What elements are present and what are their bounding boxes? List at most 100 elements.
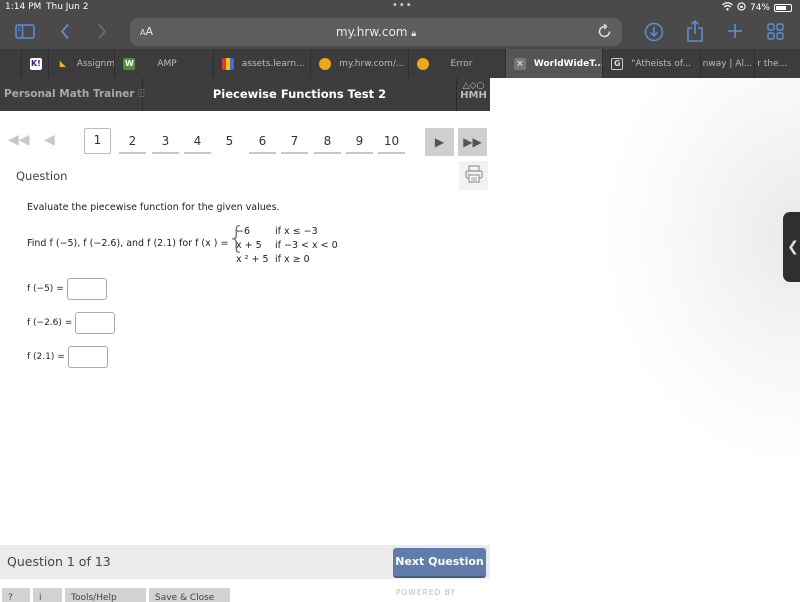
tab-label: AMP [157, 58, 177, 69]
status-indicators: 74% [722, 2, 792, 14]
page-1[interactable]: 1 [84, 128, 111, 154]
battery-icon [774, 4, 792, 12]
page-9[interactable]: 9 [346, 128, 373, 154]
piece-row: x ² + 5 if x ≥ 0 [236, 254, 310, 265]
question-pager: ◀◀ ◀ 1 2 3 4 5 6 7 8 9 10 ▶ ▶▶ [0, 128, 490, 158]
answer-label: f (2.1) = [27, 352, 65, 362]
hmh-logo-text: HMH [460, 90, 487, 101]
w-favicon-icon: W [123, 57, 136, 70]
play-icon: ▶ [434, 135, 445, 149]
prev-page-icon[interactable]: ◀ [44, 132, 55, 148]
answer-row-f-2-1: f (2.1) = [27, 346, 108, 368]
tab-blank[interactable] [0, 49, 22, 78]
personal-math-trainer-link[interactable]: Personal Math Trainer ⍐ [0, 78, 145, 111]
reload-icon[interactable] [598, 23, 612, 43]
question-counter: Question 1 of 13 [7, 554, 111, 569]
question-footer: Question 1 of 13 Next Question [0, 545, 490, 579]
orientation-lock-icon [737, 2, 746, 14]
app-header: Personal Math Trainer ⍐ Piecewise Functi… [0, 78, 490, 111]
browser-tab-bar: K! ◣ Assignme W AMP assets.learn... my.h… [0, 49, 800, 78]
last-page-button[interactable]: ▶▶ [458, 128, 487, 156]
tab-label: WorldWideT... [533, 58, 604, 69]
tab-label: Error [450, 58, 473, 69]
empty-right-area [490, 78, 800, 600]
new-tab-icon[interactable] [727, 23, 743, 39]
piece-expression: x + 5 [236, 240, 262, 251]
hrw-favicon-icon [319, 57, 332, 70]
answer-row-f-neg5: f (−5) = [27, 278, 107, 300]
assignments-favicon-icon: ◣ [59, 59, 66, 68]
answer-label: f (−2.6) = [27, 318, 73, 328]
tab-assignments[interactable]: ◣ Assignme [49, 49, 116, 78]
lock-icon: 🔒︎ [411, 29, 417, 39]
hmh-logo: △◇○ HMH [456, 78, 490, 111]
brand-label: Personal Math Trainer [4, 88, 135, 100]
tab-worldwidet[interactable]: × WorldWideT... [505, 49, 604, 78]
chevron-left-icon: ❮ [787, 239, 799, 255]
browser-toolbar: AA my.hrw.com 🔒︎ [0, 16, 800, 49]
tab-assets-learn[interactable]: assets.learn... [214, 49, 312, 78]
question-heading: Question [16, 169, 68, 183]
piece-expression: x ² + 5 [236, 254, 269, 265]
piece-condition: if x ≥ 0 [275, 254, 310, 265]
status-time: 1:14 PM [5, 2, 42, 12]
status-date: Thu Jun 2 [46, 2, 89, 12]
forward-icon[interactable] [97, 23, 107, 40]
next-question-button[interactable]: Next Question [393, 548, 486, 576]
find-instruction: Find f (−5), f (−2.6), and f (2.1) for f… [27, 238, 229, 249]
page-3[interactable]: 3 [152, 128, 179, 154]
tab-my-hrw[interactable]: my.hrw.com/... [311, 49, 409, 78]
answer-label: f (−5) = [27, 284, 64, 294]
answer-input-f-neg2-6[interactable] [75, 312, 116, 334]
page-6[interactable]: 6 [249, 128, 276, 154]
tab-label: assets.learn... [241, 58, 305, 69]
share-icon[interactable] [686, 20, 704, 42]
piece-expression: −6 [236, 226, 251, 237]
wifi-icon [722, 2, 733, 14]
tab-amp[interactable]: W AMP [115, 49, 214, 78]
page-2[interactable]: 2 [119, 128, 146, 154]
battery-percent: 74% [749, 3, 770, 13]
powered-by-label: POWERED BY [396, 588, 457, 597]
download-icon[interactable] [644, 22, 664, 42]
close-tab-icon[interactable]: × [513, 57, 526, 70]
address-bar[interactable]: AA my.hrw.com 🔒︎ [130, 18, 622, 46]
tab-label: nway | Al... [702, 58, 753, 69]
answer-input-f-2-1[interactable] [67, 346, 108, 368]
printer-icon [464, 164, 484, 188]
tab-error[interactable]: Error [409, 49, 506, 78]
tab-other[interactable]: r the... [755, 49, 800, 78]
first-page-icon[interactable]: ◀◀ [8, 132, 30, 148]
url-text[interactable]: my.hrw.com 🔒︎ [130, 25, 622, 39]
page-8[interactable]: 8 [314, 128, 341, 154]
page-10[interactable]: 10 [378, 128, 405, 154]
page-7[interactable]: 7 [281, 128, 308, 154]
tab-atheists[interactable]: G "Atheists of... [603, 49, 701, 78]
tab-label: "Atheists of... [631, 58, 692, 69]
piece-condition: if −3 < x < 0 [275, 240, 338, 251]
page-4[interactable]: 4 [184, 128, 211, 154]
tab-label: my.hrw.com/... [339, 58, 405, 69]
tab-kahoot[interactable]: K! [22, 49, 49, 78]
tab-conway[interactable]: nway | Al... [701, 49, 756, 78]
multitask-dots-icon[interactable]: ••• [392, 0, 413, 11]
question-prompt: Evaluate the piecewise function for the … [27, 202, 280, 213]
assets-favicon-icon [221, 57, 234, 70]
ios-status-bar: 1:14 PM Thu Jun 2 ••• 74% [0, 0, 800, 16]
answer-row-f-neg2-6: f (−2.6) = [27, 312, 116, 334]
kahoot-favicon-icon: K! [29, 57, 42, 70]
tab-overview-icon[interactable] [767, 23, 784, 40]
side-panel-handle[interactable]: ❮ [783, 212, 800, 282]
piece-row: −6 if x ≤ −3 [236, 226, 318, 237]
tab-label: Assignme [76, 58, 116, 69]
test-title: Piecewise Functions Test 2 [212, 87, 387, 101]
answer-input-f-neg5[interactable] [66, 278, 107, 300]
error-favicon-icon [416, 57, 429, 70]
sidebar-icon[interactable] [15, 24, 35, 39]
page-5[interactable]: 5 [216, 128, 243, 154]
piece-row: x + 5 if −3 < x < 0 [236, 240, 338, 251]
next-page-button[interactable]: ▶ [425, 128, 454, 156]
fast-forward-icon: ▶▶ [463, 135, 482, 149]
print-button[interactable] [459, 161, 488, 190]
back-icon[interactable] [60, 23, 70, 40]
